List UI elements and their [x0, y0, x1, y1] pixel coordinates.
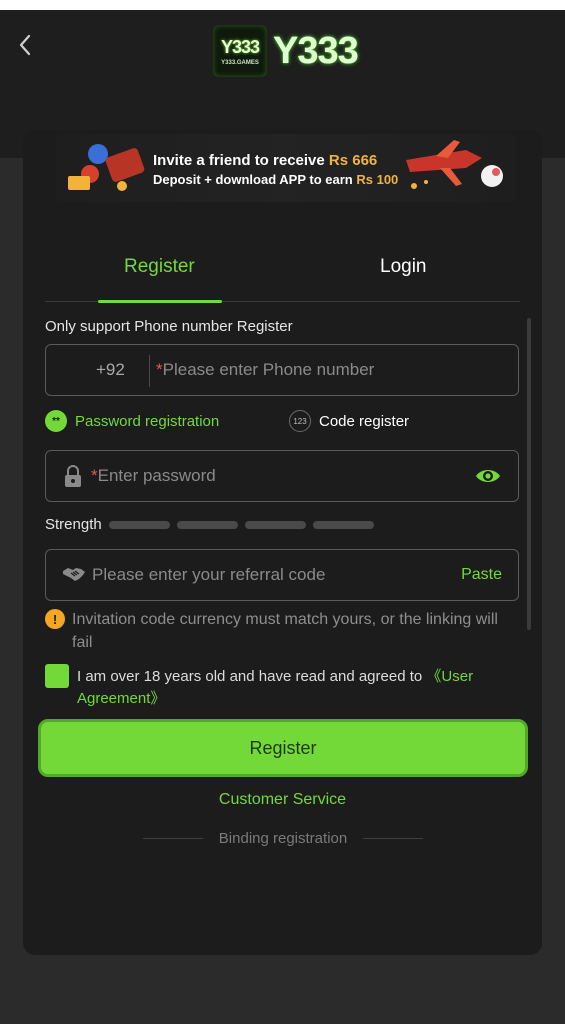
- warning-icon: !: [45, 609, 65, 629]
- invitation-warning: ! Invitation code currency must match yo…: [45, 608, 515, 650]
- banner-headline-amount: Rs 666: [328, 152, 378, 169]
- phone-field[interactable]: +92 *Please enter Phone number: [45, 344, 519, 396]
- status-strip: [0, 0, 565, 10]
- logo-badge: Y333 Y333.GAMES: [213, 25, 267, 77]
- password-input[interactable]: *Enter password: [91, 466, 216, 486]
- referral-input[interactable]: Please enter your referral code: [92, 565, 325, 585]
- binding-registration: Binding registration: [143, 830, 424, 847]
- agreement-statement: I am over 18 years old and have read and…: [77, 668, 423, 685]
- register-button[interactable]: Register: [38, 719, 528, 777]
- logo-wordmark: Y333: [273, 29, 359, 72]
- banner-headline-text: Invite a friend to receive: [153, 152, 325, 169]
- chevron-left-icon: [19, 34, 31, 56]
- eye-icon[interactable]: [474, 466, 502, 486]
- strength-bar-segment: [244, 520, 306, 529]
- strength-bar-segment: [312, 520, 374, 529]
- back-button[interactable]: [14, 34, 36, 56]
- phone-input[interactable]: *Please enter Phone number: [156, 360, 374, 380]
- lock-icon: [65, 465, 81, 487]
- password-field[interactable]: *Enter password: [45, 450, 519, 502]
- agree-checkbox[interactable]: [45, 664, 69, 688]
- required-mark: *: [91, 466, 98, 485]
- banner-headline: Invite a friend to receive Rs 666: [153, 152, 377, 169]
- tab-login[interactable]: Login: [380, 256, 427, 278]
- promo-banner[interactable]: Invite a friend to receive Rs 666 Deposi…: [56, 134, 516, 202]
- warning-text: Invitation code currency must match your…: [72, 611, 498, 650]
- tab-register[interactable]: Register: [124, 256, 195, 278]
- form-scrollbar[interactable]: [527, 318, 531, 630]
- code-register-option[interactable]: 123 Code register: [289, 410, 409, 432]
- support-note: Only support Phone number Register: [45, 318, 293, 335]
- logo-badge-subtext: Y333.GAMES: [221, 59, 259, 66]
- divider-line: [363, 838, 424, 839]
- phone-placeholder: Please enter Phone number: [162, 360, 375, 379]
- code-mode-icon: 123: [289, 410, 311, 432]
- field-divider: [149, 355, 150, 387]
- code-mode-label: Code register: [319, 412, 410, 430]
- paste-button[interactable]: Paste: [461, 566, 502, 584]
- password-registration-option[interactable]: ** Password registration: [45, 410, 219, 432]
- banner-subline: Deposit + download APP to earn Rs 100: [153, 172, 398, 187]
- referral-field[interactable]: Please enter your referral code Paste: [45, 549, 519, 601]
- country-code-selector[interactable]: +92: [96, 360, 125, 380]
- password-mode-icon: **: [45, 410, 67, 432]
- password-mode-label: Password registration: [75, 412, 220, 430]
- strength-bar-segment: [176, 520, 238, 529]
- strength-bar-segment: [108, 520, 170, 529]
- handshake-icon: [63, 568, 85, 581]
- airplane-illustration-icon: [406, 140, 503, 189]
- password-placeholder: Enter password: [97, 466, 216, 485]
- required-mark: *: [156, 360, 163, 379]
- logo-badge-text: Y333: [220, 36, 260, 57]
- banner-subline-text: Deposit + download APP to earn: [153, 172, 353, 187]
- active-tab-indicator: [98, 300, 222, 303]
- auth-tabs: Register Login: [45, 246, 520, 303]
- strength-label: Strength: [45, 516, 102, 533]
- divider-line: [143, 838, 203, 839]
- customer-service-link[interactable]: Customer Service: [0, 791, 565, 809]
- agreement-text: I am over 18 years old and have read and…: [77, 666, 517, 710]
- brand-logo: Y333 Y333.GAMES Y333: [213, 20, 359, 82]
- slot-machine-illustration-icon: [68, 144, 145, 191]
- password-strength: Strength: [45, 516, 374, 533]
- banner-subline-amount: Rs 100: [356, 172, 399, 187]
- binding-registration-link[interactable]: Binding registration: [203, 830, 363, 847]
